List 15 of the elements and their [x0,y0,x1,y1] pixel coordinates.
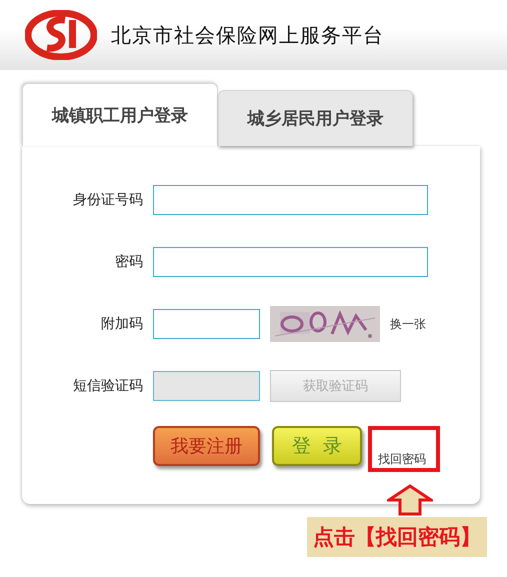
login-tab[interactable]: 城乡居民用户登录 [218,90,413,146]
refresh-link[interactable]: 换一张 [390,316,426,332]
field-label: 附加码 [100,315,143,333]
login-tab[interactable]: 城镇职工用户登录 [22,83,218,146]
input-field[interactable] [153,247,428,277]
field-label: 身份证号码 [72,191,143,209]
up-arrow-icon [387,484,433,516]
site-title: 北京市社会保险网上服务平台 [111,22,384,48]
input-field[interactable] [153,309,260,339]
forgot-password-link[interactable]: 找回密码 [378,452,426,466]
input-field[interactable] [153,185,428,215]
field-label: 短信验证码 [72,377,143,395]
logo-icon [25,10,97,60]
annotation-label: 点击【找回密码】 [307,517,487,557]
field-label: 密码 [114,253,143,271]
